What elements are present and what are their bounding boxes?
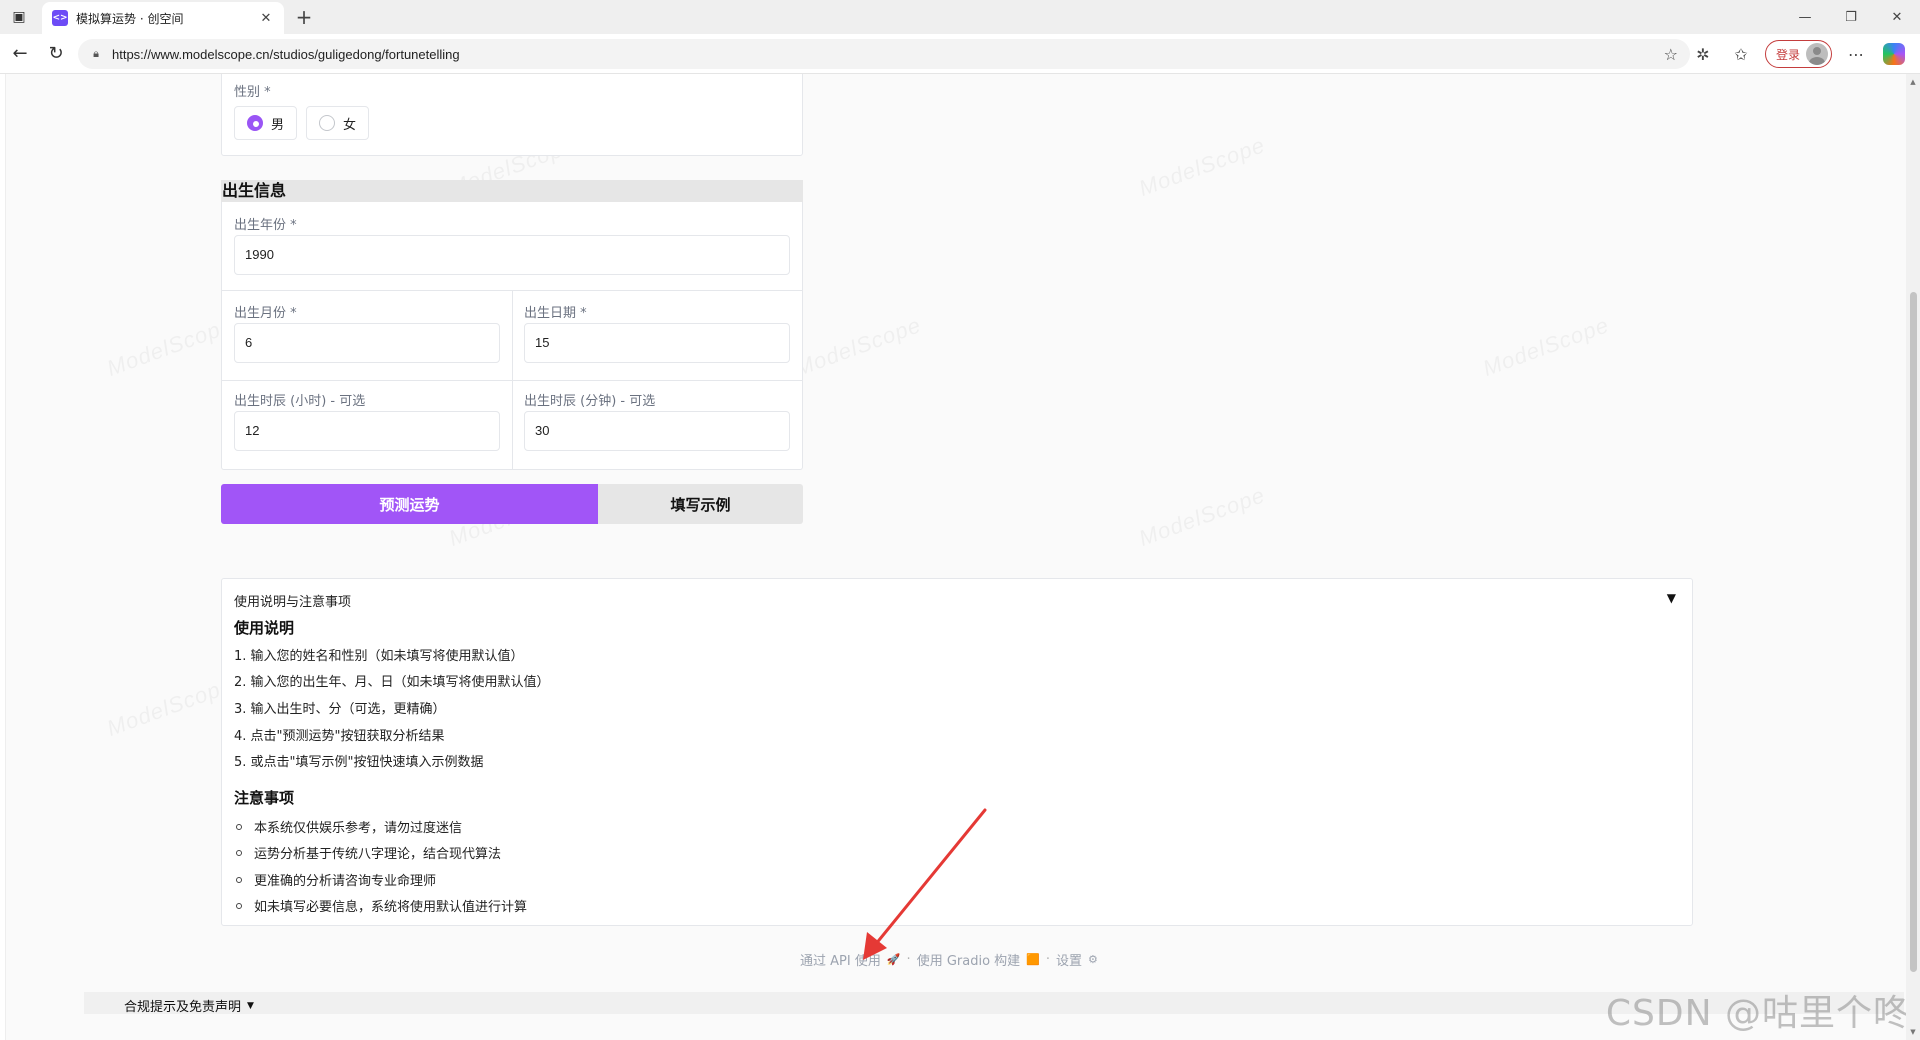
usage-item: 5. 或点击"填写示例"按钮快速填入示例数据 — [234, 755, 484, 770]
favorite-star-icon[interactable]: ☆ — [1664, 45, 1678, 64]
page-viewport: ModelScope ModelScope ModelScope ModelSc… — [0, 74, 1920, 1040]
modelscope-watermark: ModelScope — [792, 312, 925, 382]
browser-toolbar: ← ↻ 🔒︎ https://www.modelscope.cn/studios… — [0, 34, 1920, 74]
caret-down-icon: ▼ — [247, 1000, 254, 1011]
birth-day-label: 出生日期 * — [524, 306, 587, 321]
birth-hour-label: 出生时辰 (小时) - 可选 — [234, 394, 366, 409]
modelscope-watermark: ModelScope — [104, 312, 237, 382]
gender-panel: 性别 * 男 女 — [221, 74, 803, 156]
note-item: 如未填写必要信息，系统将使用默认值进行计算 — [236, 896, 527, 915]
accordion-title[interactable]: 使用说明与注意事项 — [234, 591, 351, 610]
birth-year-label: 出生年份 * — [234, 218, 297, 233]
bullet-icon — [236, 849, 242, 856]
modelscope-favicon-icon: <> — [52, 10, 68, 26]
modelscope-watermark: ModelScope — [1136, 132, 1269, 202]
scroll-up-icon[interactable]: ▲ — [1909, 78, 1917, 86]
page-left-edge — [0, 74, 6, 1040]
birth-day-input[interactable]: 15 — [524, 323, 790, 363]
scroll-down-icon[interactable]: ▼ — [1909, 1028, 1917, 1036]
url-text[interactable]: https://www.modelscope.cn/studios/gulige… — [112, 47, 1654, 62]
usage-item: 3. 输入出生时、分（可选，更精确） — [234, 702, 446, 717]
csdn-watermark: CSDN @咕里个咚 — [1605, 993, 1910, 1034]
modelscope-watermark: ModelScope — [104, 672, 237, 742]
back-arrow-icon[interactable]: ← — [4, 38, 36, 70]
login-label: 登录 — [1775, 47, 1800, 62]
row-divider — [222, 380, 802, 381]
modelscope-watermark: ModelScope — [1480, 312, 1613, 382]
usage-item: 1. 输入您的姓名和性别（如未填写将使用默认值） — [234, 649, 524, 664]
minimize-icon[interactable]: — — [1782, 0, 1828, 34]
radio-unchecked-icon — [319, 115, 335, 131]
usage-item: 4. 点击"预测运势"按钮获取分析结果 — [234, 729, 445, 744]
bullet-icon — [236, 876, 242, 883]
browser-tab-bar: ▣ <> 模拟算运势 · 创空间 ✕ + — ❐ ✕ — [0, 0, 1920, 34]
footer-separator: · — [1045, 952, 1050, 967]
note-item: 更准确的分析请咨询专业命理师 — [236, 870, 436, 889]
avatar — [1806, 43, 1828, 65]
notes-heading: 注意事项 — [234, 789, 295, 807]
annotation-arrow-icon — [863, 808, 987, 960]
site-info-icon[interactable]: 🔒︎ — [90, 47, 102, 60]
radio-label-male: 男 — [271, 117, 285, 133]
birth-year-input[interactable]: 1990 — [234, 235, 790, 275]
tab-active[interactable]: <> 模拟算运势 · 创空间 ✕ — [42, 2, 284, 34]
page-scrollbar[interactable]: ▲ ▼ — [1906, 74, 1920, 1040]
gender-label: 性别 * — [234, 85, 271, 100]
note-item: 运势分析基于传统八字理论，结合现代算法 — [236, 843, 501, 862]
birth-month-input[interactable]: 6 — [234, 323, 500, 363]
tab-actions-icon[interactable]: ▣ — [0, 0, 38, 34]
bullet-icon — [236, 823, 242, 830]
more-menu-icon[interactable]: ⋯ — [1842, 40, 1870, 68]
radio-option-male[interactable]: 男 — [234, 106, 298, 140]
accordion-caret-icon[interactable]: ▼ — [1667, 591, 1676, 605]
window-controls: — ❐ ✕ — [1782, 0, 1920, 34]
gradio-logo-icon: 🟧 — [1026, 953, 1040, 966]
copilot-icon[interactable] — [1880, 40, 1908, 68]
fill-example-button[interactable]: 填写示例 — [598, 484, 803, 524]
login-button[interactable]: 登录 — [1764, 40, 1832, 68]
birth-minute-label: 出生时辰 (分钟) - 可选 — [524, 394, 656, 409]
modelscope-watermark: ModelScope — [1136, 482, 1269, 552]
refresh-icon[interactable]: ↻ — [40, 38, 72, 70]
settings-link[interactable]: 设置 — [1056, 950, 1082, 969]
usage-item: 2. 输入您的出生年、月、日（如未填写将使用默认值） — [234, 675, 550, 690]
birth-section-title: 出生信息 — [221, 180, 803, 202]
disclaimer-toggle[interactable]: 合规提示及免责声明 ▼ — [124, 996, 254, 1015]
birth-minute-input[interactable]: 30 — [524, 411, 790, 451]
toolbar-icons: ✲ ✩ 登录 ⋯ — [1689, 39, 1908, 69]
favorites-icon[interactable]: ✩ — [1727, 40, 1755, 68]
close-window-icon[interactable]: ✕ — [1874, 0, 1920, 34]
usage-heading: 使用说明 — [234, 619, 295, 637]
radio-label-female: 女 — [343, 117, 357, 133]
tab-title: 模拟算运势 · 创空间 — [76, 11, 184, 26]
disclaimer-label: 合规提示及免责声明 — [124, 1000, 242, 1015]
bullet-icon — [236, 902, 242, 909]
birth-panel: 出生年份 * 1990 出生月份 * 6 出生日期 * 15 出生时辰 (小时)… — [221, 202, 803, 470]
birth-hour-input[interactable]: 12 — [234, 411, 500, 451]
birth-month-label: 出生月份 * — [234, 306, 297, 321]
predict-button[interactable]: 预测运势 — [221, 484, 598, 524]
restore-icon[interactable]: ❐ — [1828, 0, 1874, 34]
new-tab-button[interactable]: + — [292, 5, 316, 29]
note-item: 本系统仅供娱乐参考，请勿过度迷信 — [236, 817, 462, 836]
scrollbar-thumb[interactable] — [1910, 292, 1917, 972]
gear-icon[interactable]: ⚙ — [1088, 953, 1098, 966]
radio-checked-icon — [247, 115, 263, 131]
radio-option-female[interactable]: 女 — [306, 106, 370, 140]
tab-close-icon[interactable]: ✕ — [258, 11, 274, 26]
address-bar[interactable]: 🔒︎ https://www.modelscope.cn/studios/gul… — [78, 39, 1690, 69]
extensions-icon[interactable]: ✲ — [1689, 40, 1717, 68]
